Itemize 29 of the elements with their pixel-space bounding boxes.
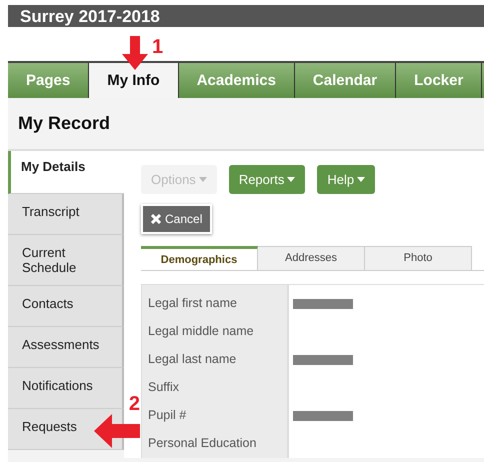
caret-icon — [198, 177, 207, 182]
nav-tab[interactable]: My Info — [89, 63, 179, 98]
toolbar-button[interactable]: Help — [317, 165, 376, 194]
sidebar-item[interactable]: Current Schedule — [8, 235, 124, 286]
field-label: Legal first name — [141, 285, 289, 318]
field-label: Suffix — [141, 374, 289, 402]
sidebar-item[interactable]: Requests — [8, 409, 124, 450]
annotation-number: 2 — [128, 394, 140, 414]
arrow-icon — [122, 36, 148, 70]
sub-tab[interactable]: Addresses — [258, 246, 365, 270]
cancel-button[interactable]: Cancel — [141, 204, 212, 234]
sub-tab[interactable]: Photo — [365, 246, 472, 270]
sidebar-item[interactable]: Contacts — [8, 286, 124, 327]
caret-icon — [287, 177, 296, 182]
field-label: Pupil # — [141, 402, 289, 430]
sidebar-item[interactable]: Assessments — [8, 327, 124, 368]
annotation-number: 1 — [152, 36, 164, 59]
caret-icon — [357, 177, 366, 182]
sidebar-item[interactable]: Transcript — [8, 194, 124, 235]
field-label: Legal last name — [141, 346, 289, 374]
close-icon — [151, 214, 161, 224]
sidebar-item[interactable]: My Details — [8, 151, 124, 194]
field-label: Personal Education — [141, 430, 289, 458]
sidebar-item[interactable]: Notifications — [8, 368, 124, 409]
sub-tab[interactable]: Demographics — [141, 246, 258, 270]
toolbar-button[interactable]: Reports — [228, 165, 306, 194]
arrow-icon — [94, 414, 140, 448]
header-title: Surrey 2017-2018 — [8, 5, 484, 27]
field-label: Legal middle name — [141, 318, 289, 346]
